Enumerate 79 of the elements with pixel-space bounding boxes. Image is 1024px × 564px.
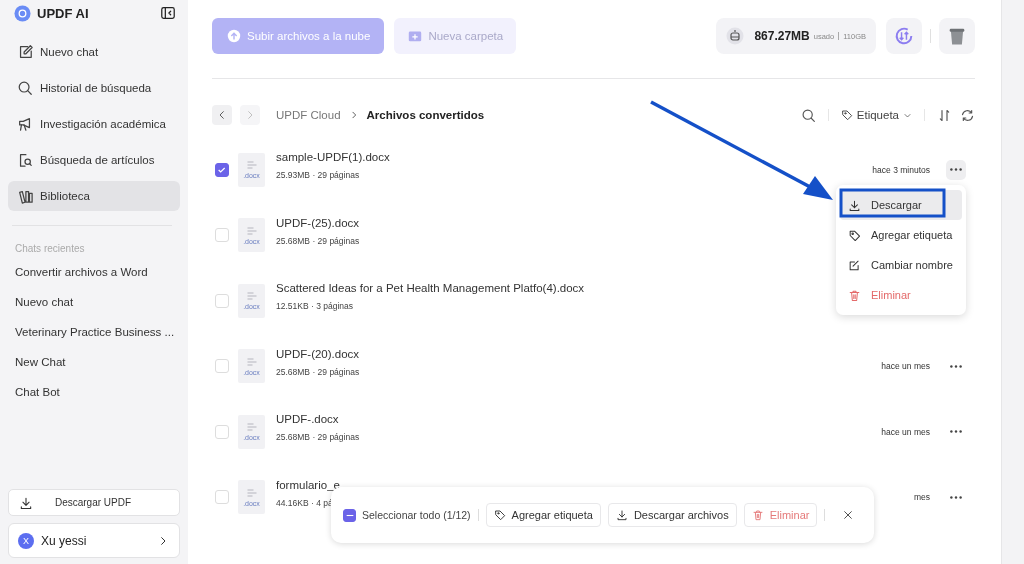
search-icon[interactable] xyxy=(800,107,816,123)
file-name: UPDF-(25).docx xyxy=(276,216,360,229)
books-icon xyxy=(17,188,33,204)
file-modified-time: mes xyxy=(913,492,930,503)
tag-icon xyxy=(493,509,506,521)
menu-item[interactable]: Agregar etiqueta xyxy=(840,220,962,250)
logo-icon xyxy=(14,4,31,22)
nav-item[interactable]: Nuevo chat xyxy=(8,37,180,67)
trash-icon xyxy=(848,288,861,302)
recent-chat-item[interactable]: Convertir archivos a Word xyxy=(8,266,180,296)
app-title: UPDF AI xyxy=(37,5,90,21)
tag-filter-dropdown[interactable]: Etiqueta xyxy=(840,109,912,121)
document-lines-icon xyxy=(245,160,258,171)
edit-icon xyxy=(17,44,33,60)
tag-icon xyxy=(848,228,861,242)
checkbox[interactable] xyxy=(215,162,229,177)
checkbox[interactable] xyxy=(343,508,356,522)
recent-chat-item[interactable]: Nuevo chat xyxy=(8,296,180,326)
file-name: formulario_e xyxy=(276,478,340,491)
nav-item[interactable]: Historial de búsqueda xyxy=(8,73,180,103)
document-lines-icon xyxy=(245,291,258,302)
more-icon xyxy=(950,168,962,172)
megaphone-icon xyxy=(17,116,33,132)
download-icon xyxy=(19,495,33,510)
nav-item[interactable]: Investigación académica xyxy=(8,109,180,139)
file-details: 25.68MB · 29 páginas xyxy=(276,235,360,246)
file-details: 25.68MB · 29 páginas xyxy=(276,432,360,443)
recent-chat-item[interactable]: Chat Bot xyxy=(8,386,180,416)
nav-item[interactable]: Biblioteca xyxy=(8,181,180,211)
search-icon xyxy=(17,80,33,96)
close-icon[interactable] xyxy=(842,509,855,521)
transfer-icon xyxy=(893,25,915,47)
file-modified-time: hace 3 minutos xyxy=(872,164,930,175)
menu-item[interactable]: Cambiar nombre xyxy=(840,250,962,280)
user-profile[interactable]: X Xu yessi xyxy=(8,523,180,558)
download-icon xyxy=(615,509,628,521)
file-details: 12.51KB · 3 páginas xyxy=(276,301,355,312)
user-avatar: X xyxy=(18,532,34,549)
rename-icon xyxy=(848,258,861,272)
download-files-button[interactable]: Descargar archivos xyxy=(607,503,737,527)
section-heading: Chats recientes xyxy=(14,243,86,254)
user-name: Xu yessi xyxy=(41,533,88,548)
select-all-checkbox[interactable]: Seleccionar todo (1/12) xyxy=(343,508,471,522)
file-name: Scattered Ideas for a Pet Health Management Platfo(4).docx xyxy=(276,282,585,295)
file-modified-time: hace un mes xyxy=(881,361,930,372)
storage-used: 867.27MB xyxy=(754,29,810,43)
file-name: UPDF-.docx xyxy=(276,413,340,426)
trash-icon xyxy=(751,509,764,521)
file-name: sample-UPDF(1).docx xyxy=(276,151,390,164)
add-tag-button[interactable]: Agregar etiqueta xyxy=(485,503,601,527)
nav-item[interactable]: Búsqueda de artículos xyxy=(8,145,180,175)
file-details: 25.68MB · 29 páginas xyxy=(276,366,360,377)
recent-chat-item[interactable]: New Chat xyxy=(8,356,180,386)
file-details: 25.93MB · 29 páginas xyxy=(276,170,361,181)
drive-icon xyxy=(726,27,745,45)
more-icon xyxy=(950,364,962,368)
document-search-icon xyxy=(17,152,33,168)
collapse-sidebar-icon[interactable] xyxy=(160,5,176,21)
upload-icon xyxy=(226,28,242,44)
refresh-icon[interactable] xyxy=(960,107,975,123)
minus-icon xyxy=(345,513,354,517)
recent-chat-item[interactable]: Veterinary Practice Business ... xyxy=(8,326,180,356)
trash-button[interactable] xyxy=(939,18,975,54)
sort-icon[interactable] xyxy=(937,107,952,123)
more-icon xyxy=(950,430,962,434)
download-button[interactable]: Descargar UPDF xyxy=(8,489,180,516)
download-icon xyxy=(848,198,861,212)
document-lines-icon xyxy=(245,487,258,498)
document-lines-icon xyxy=(245,356,258,367)
file-name: UPDF-(20).docx xyxy=(276,347,360,360)
more-icon xyxy=(950,495,962,499)
transfer-button[interactable] xyxy=(886,18,922,54)
breadcrumb-current: Archivos convertidos xyxy=(366,109,485,121)
more-options-button[interactable] xyxy=(946,159,966,180)
breadcrumb-link[interactable]: UPDF Cloud xyxy=(276,109,341,121)
file-modified-time: hace un mes xyxy=(881,426,930,437)
document-lines-icon xyxy=(245,422,258,433)
tag-icon xyxy=(840,109,853,121)
document-lines-icon xyxy=(245,225,258,236)
